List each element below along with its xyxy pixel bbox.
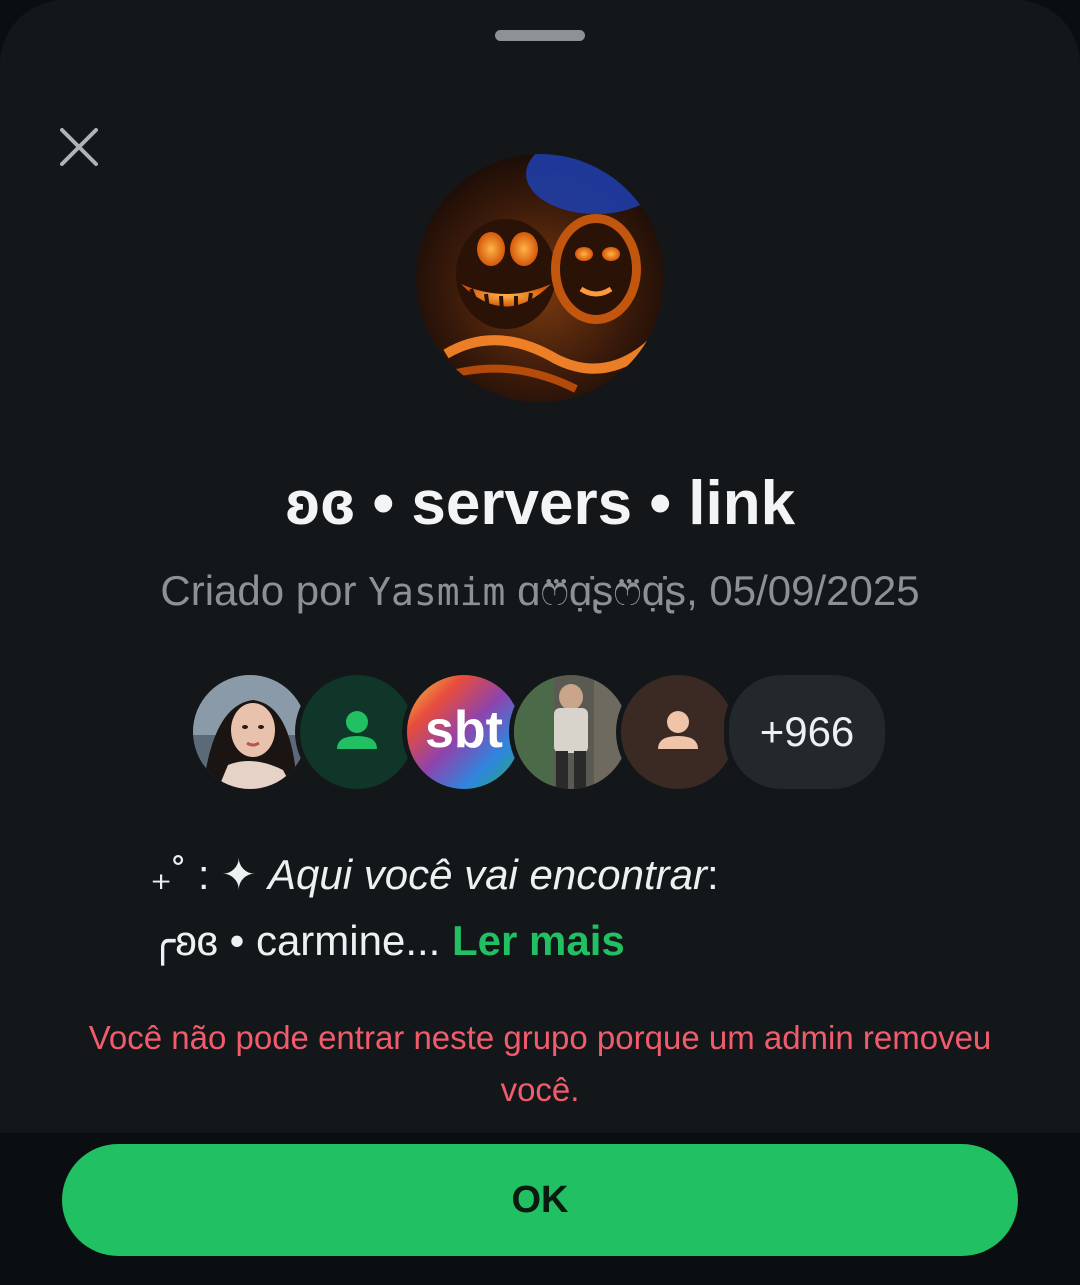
description-colon: : xyxy=(706,851,719,898)
read-more-link[interactable]: Ler mais xyxy=(452,917,625,964)
screen: ʚɞ • servers • link Criado por Yasmim ɑෆ… xyxy=(0,0,1080,1285)
group-description: ₊˚ : ✦ Aqui você vai encontrar: ╭ʚɞ • ca… xyxy=(150,842,950,974)
creator-name: Yasmim xyxy=(368,570,506,614)
description-decoration-2: ╭ʚɞ • xyxy=(150,917,256,964)
person-icon xyxy=(658,711,698,749)
member-avatar-5[interactable] xyxy=(616,670,740,794)
description-line-1: ₊˚ : ✦ Aqui você vai encontrar: xyxy=(150,842,950,908)
description-line-2: ╭ʚɞ • carmine... Ler mais xyxy=(150,908,950,974)
member-avatar-3[interactable]: sbt xyxy=(402,670,526,794)
created-by-line: Criado por Yasmim ɑෆ⃛ɑ̣̇ʂෆ⃛ɑ̣̇ʂ, 05/09/2… xyxy=(0,563,1080,620)
member-avatar-1[interactable] xyxy=(188,670,312,794)
close-button[interactable] xyxy=(50,118,108,176)
created-prefix: Criado por xyxy=(160,567,369,614)
description-text-2: carmine... xyxy=(255,917,441,964)
created-date: , 05/09/2025 xyxy=(686,567,920,614)
member-avatar-2[interactable] xyxy=(295,670,419,794)
group-avatar xyxy=(416,154,664,402)
person-icon xyxy=(337,711,377,749)
group-name: ʚɞ • servers • link xyxy=(284,469,796,538)
creator-decoration: ɑෆ⃛ɑ̣̇ʂෆ⃛ɑ̣̇ʂ xyxy=(505,567,687,614)
description-decoration-1: ₊˚ : ✦ xyxy=(150,851,269,898)
error-message: Você não pode entrar neste grupo porque … xyxy=(88,1019,992,1108)
member-avatars[interactable]: sbt +966 xyxy=(188,670,908,794)
sbt-logo-text: sbt xyxy=(425,701,503,759)
group-info-sheet: ʚɞ • servers • link Criado por Yasmim ɑෆ… xyxy=(0,0,1080,1285)
close-icon xyxy=(60,128,98,166)
member-avatar-4[interactable] xyxy=(509,670,633,794)
drag-handle[interactable] xyxy=(495,30,585,41)
description-text-1: Aqui você vai encontrar xyxy=(268,851,707,898)
more-members-count[interactable]: +966 xyxy=(724,670,890,794)
ok-button[interactable]: OK xyxy=(62,1144,1018,1256)
